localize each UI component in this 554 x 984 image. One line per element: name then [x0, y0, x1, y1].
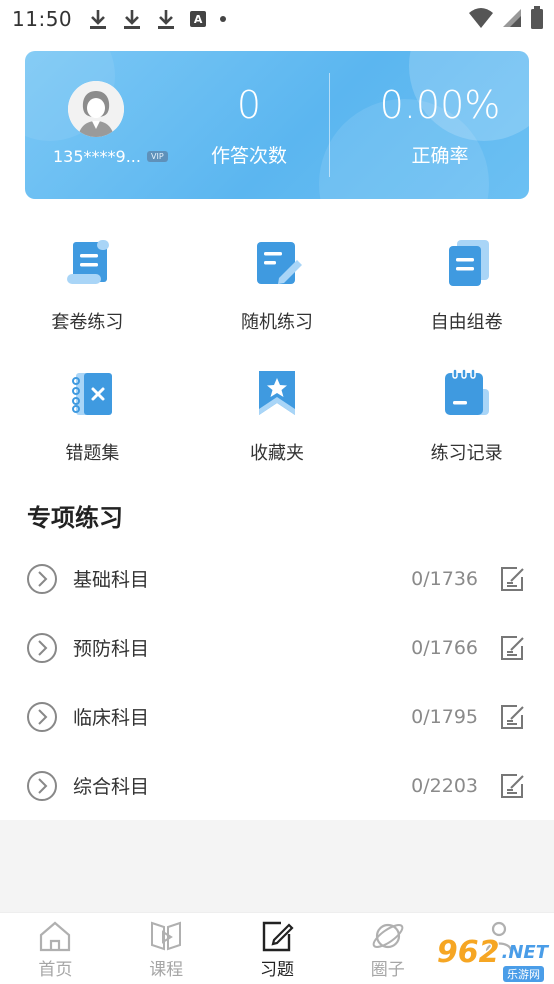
chevron-right-circle-icon [27, 632, 57, 663]
watermark-number: 962 [436, 935, 500, 970]
accuracy-stat: 0.00% 正确率 [355, 83, 525, 168]
answer-count-value: 0 [236, 83, 262, 127]
vip-badge: VIP [146, 151, 168, 162]
grid-label: 随机练习 [240, 312, 313, 333]
subject-name: 基础科目 [73, 569, 150, 591]
section-title: 专项练习 [27, 504, 123, 532]
answer-count-label: 作答次数 [210, 145, 287, 167]
grid-item-wrong-questions[interactable]: 错题集 [0, 359, 185, 490]
grid-item-favorites[interactable]: 收藏夹 [185, 359, 370, 490]
wifi-icon [469, 8, 493, 28]
stacked-doc-icon [448, 240, 489, 286]
status-bar: 11:50 A [0, 0, 554, 38]
subject-progress: 0/1795 [411, 705, 478, 728]
chevron-right-circle-icon [27, 770, 57, 801]
list-item[interactable]: 综合科目 0/2203 [0, 751, 554, 820]
nav-label: 首页 [38, 960, 73, 980]
watermark-subtitle: 乐游网 [503, 966, 544, 982]
card-divider [329, 73, 330, 177]
status-time: 11:50 [12, 7, 73, 31]
edit-icon[interactable] [499, 772, 527, 800]
subject-progress: 0/1736 [411, 567, 478, 590]
subject-name: 综合科目 [73, 776, 150, 798]
grid-label: 练习记录 [430, 443, 503, 464]
signal-icon [503, 9, 521, 27]
list-item[interactable]: 基础科目 0/1736 [0, 544, 554, 613]
edit-icon[interactable] [499, 634, 527, 662]
edit-icon[interactable] [499, 565, 527, 593]
scroll-doc-icon [67, 240, 110, 284]
edit-icon[interactable] [499, 703, 527, 731]
grid-item-random-practice[interactable]: 随机练习 [185, 228, 370, 359]
download-icon [124, 10, 141, 29]
course-play-icon [151, 921, 182, 951]
bookmark-star-icon [258, 371, 295, 415]
grid-label: 自由组卷 [430, 312, 503, 333]
nav-label: 习题 [259, 960, 294, 980]
nav-item-circle[interactable]: 圈子 [332, 913, 443, 984]
profile-card[interactable]: 135****9... VIP 0 作答次数 0.00% 正确率 [25, 51, 529, 199]
dot-icon [220, 16, 227, 22]
function-grid: 套卷练习 随机练习 自由组卷 错题集 收藏夹 练习记录 [0, 228, 554, 490]
accuracy-label: 正确率 [411, 145, 469, 167]
subject-list: 基础科目 0/1736 预防科目 0/1766 临床科目 0/1795 综合科目… [0, 544, 554, 820]
avatar[interactable] [68, 81, 124, 137]
subject-name: 预防科目 [73, 638, 150, 660]
accuracy-value: 0.00% [379, 83, 501, 127]
subject-progress: 0/2203 [411, 774, 478, 797]
empty-area [0, 820, 554, 912]
nav-label: 圈子 [370, 960, 405, 980]
chevron-right-circle-icon [27, 701, 57, 732]
grid-label: 收藏夹 [249, 443, 304, 464]
download-icon [90, 10, 107, 29]
planet-icon [372, 923, 404, 949]
subject-progress: 0/1766 [411, 636, 478, 659]
nav-label: 课程 [149, 960, 184, 980]
nav-item-course[interactable]: 课程 [111, 913, 222, 984]
status-notification-icons: A [88, 8, 227, 30]
grid-label: 错题集 [65, 443, 120, 464]
a-icon: A [190, 11, 207, 27]
status-system-icons [468, 6, 544, 30]
answer-count-stat: 0 作答次数 [193, 83, 305, 168]
grid-item-practice-record[interactable]: 练习记录 [374, 359, 554, 490]
grid-label: 套卷练习 [51, 312, 124, 333]
list-item[interactable]: 预防科目 0/1766 [0, 613, 554, 682]
watermark-logo: 962 .NET 乐游网 [436, 935, 548, 982]
battery-icon [531, 6, 543, 29]
wrong-notebook-icon [72, 373, 113, 415]
edit-doc-icon [256, 242, 302, 284]
username: 135****9... [53, 147, 141, 166]
default-avatar-icon [68, 81, 124, 137]
nav-item-exercise[interactable]: 习题 [222, 913, 333, 984]
record-notebook-icon [444, 368, 489, 415]
home-icon [40, 921, 71, 952]
grid-item-paper-practice[interactable]: 套卷练习 [0, 228, 180, 359]
download-icon [158, 10, 175, 29]
username-row: 135****9... VIP [53, 147, 168, 166]
list-item[interactable]: 临床科目 0/1795 [0, 682, 554, 751]
grid-item-custom-paper[interactable]: 自由组卷 [374, 228, 554, 359]
exercise-edit-icon [262, 921, 294, 952]
watermark-net: .NET [501, 942, 548, 963]
nav-item-home[interactable]: 首页 [0, 913, 111, 984]
chevron-right-circle-icon [27, 563, 57, 594]
subject-name: 临床科目 [73, 707, 150, 729]
